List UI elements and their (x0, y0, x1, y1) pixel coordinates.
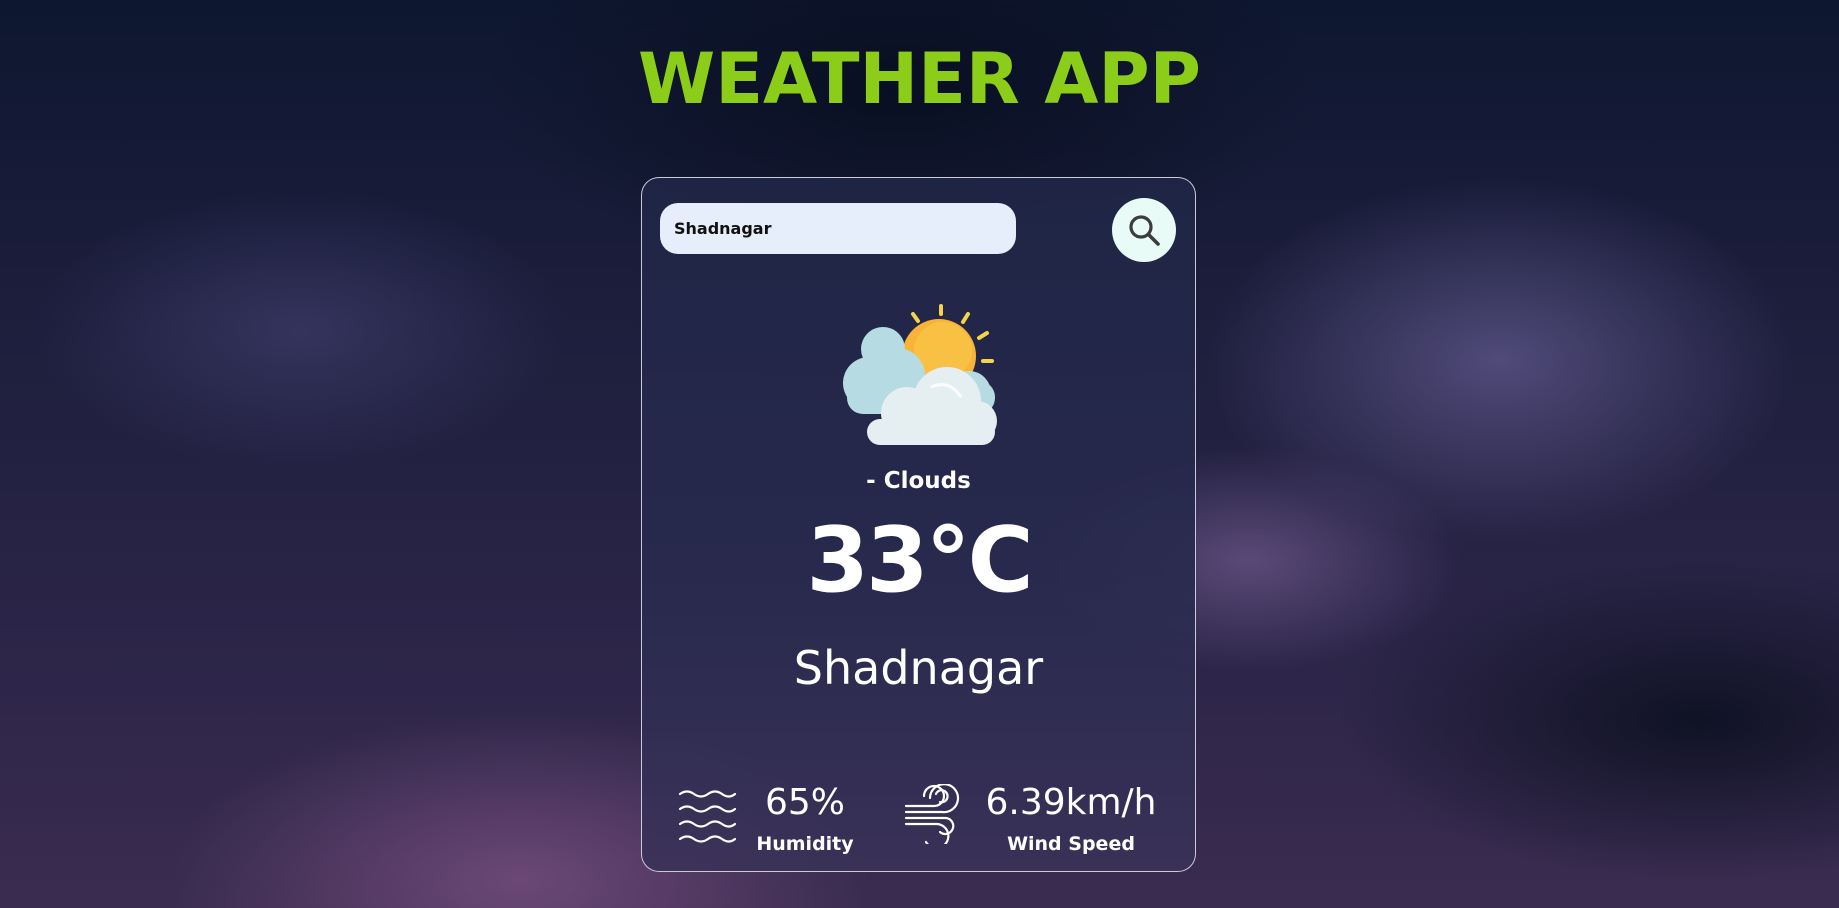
app-title: WEATHER APP (638, 38, 1201, 120)
humidity-label: Humidity (756, 833, 854, 855)
humidity-value: 65% (764, 782, 845, 823)
sun-behind-clouds-icon (843, 304, 997, 445)
weather-condition: - Clouds (866, 468, 971, 494)
wind-icon (904, 784, 960, 844)
weather-card: - Clouds 33°C Shadnagar 65% Humidity 6.3… (641, 177, 1196, 872)
wind-speed-value: 6.39km/h (985, 782, 1157, 823)
search-icon (1129, 215, 1160, 246)
city-name: Shadnagar (793, 641, 1044, 695)
search-button[interactable] (1112, 198, 1176, 262)
humidity-waves-icon (678, 790, 737, 843)
city-search-input[interactable] (660, 203, 1016, 254)
wind-speed-label: Wind Speed (1007, 833, 1135, 855)
temperature-value: 33°C (806, 508, 1033, 613)
